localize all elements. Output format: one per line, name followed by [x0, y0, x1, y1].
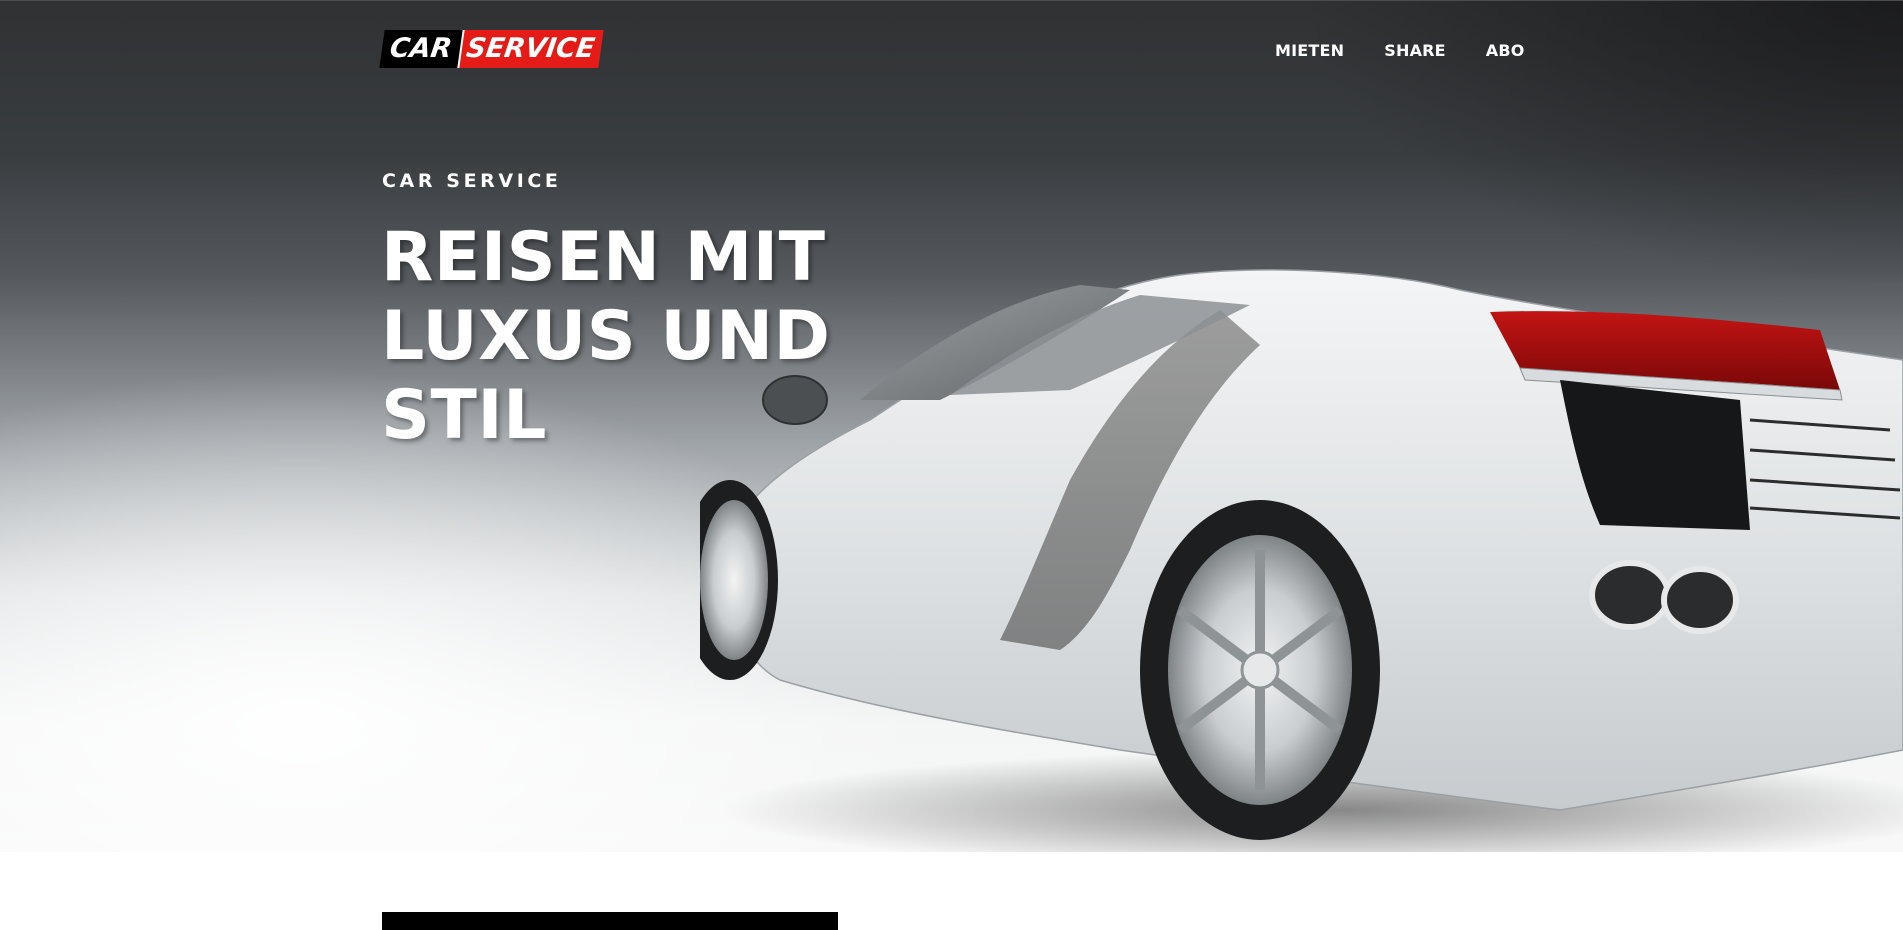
content-section	[0, 852, 1903, 930]
nav-item-mieten[interactable]: MIETEN	[1275, 40, 1344, 62]
content-black-block	[382, 912, 838, 930]
hero-headline-line: STIL	[381, 376, 547, 455]
hero-headline-line: REISEN MIT	[381, 218, 826, 297]
logo-text-service: SERVICE	[456, 30, 605, 68]
top-border	[0, 0, 1903, 1]
hero-headline-line: LUXUS UND	[381, 297, 831, 376]
hero-headline: REISEN MIT LUXUS UND STIL	[381, 218, 901, 455]
main-nav: MIETEN SHARE ABO	[1275, 40, 1525, 62]
nav-item-abo[interactable]: ABO	[1486, 40, 1525, 62]
logo-text-car: CAR	[379, 30, 463, 68]
hero-eyebrow: CAR SERVICE	[382, 170, 562, 192]
hero-section: CAR SERVICE MIETEN SHARE ABO CAR SERVICE…	[0, 0, 1903, 852]
nav-item-share[interactable]: SHARE	[1384, 40, 1446, 62]
logo[interactable]: CAR SERVICE	[379, 30, 605, 68]
